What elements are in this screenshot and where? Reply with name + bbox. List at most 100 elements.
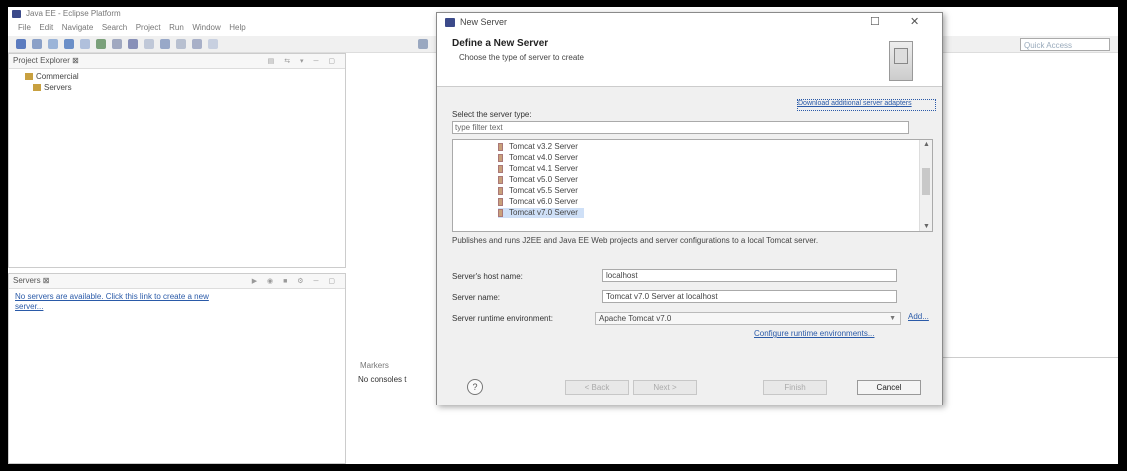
dialog-header: Define a New Server Choose the type of s… [437, 33, 942, 87]
dialog-title: New Server [460, 17, 508, 27]
menu-project[interactable]: Project [136, 23, 161, 32]
add-runtime-link[interactable]: Add... [908, 312, 929, 321]
server-name-label: Server name: [452, 293, 501, 302]
close-icon[interactable]: ✕ [910, 15, 919, 28]
tomcat-icon [498, 175, 503, 184]
list-item[interactable]: Tomcat v4.1 Server [498, 164, 578, 174]
eclipse-ide-window: Java EE - Eclipse Platform File Edit Nav… [8, 7, 1118, 464]
console-area [936, 357, 1118, 464]
servers-tabbar: Servers ⊠ ▶ ◉ ■ ⚙ ─ ▢ [9, 274, 345, 289]
eclipse-app-icon [12, 10, 21, 18]
host-name-label: Server's host name: [452, 272, 523, 281]
list-item[interactable]: Tomcat v4.0 Server [498, 153, 578, 163]
markers-view: Markers No consoles t [354, 357, 444, 464]
list-item[interactable]: Tomcat v6.0 Server [498, 197, 578, 207]
project-explorer-tab[interactable]: Project Explorer ⊠ [13, 56, 79, 65]
new-server-dialog: New Server ☐ ✕ Define a New Server Choos… [436, 12, 943, 405]
forward-nav-icon[interactable] [208, 39, 218, 49]
menu-window[interactable]: Window [192, 23, 220, 32]
tomcat-icon [498, 142, 503, 151]
list-item[interactable]: Tomcat v3.2 Server [498, 142, 578, 152]
runtime-label: Server runtime environment: [452, 314, 553, 323]
quick-access-input[interactable]: Quick Access [1020, 38, 1110, 51]
menu-file[interactable]: File [18, 23, 31, 32]
finish-button[interactable]: Finish [763, 380, 827, 395]
external-tools-icon[interactable] [112, 39, 122, 49]
create-server-link[interactable]: No servers are available. Click this lin… [15, 292, 215, 312]
type-filter-input[interactable]: type filter text [452, 121, 909, 134]
tomcat-icon [498, 186, 503, 195]
runtime-value: Apache Tomcat v7.0 [599, 314, 672, 323]
tomcat-icon [498, 197, 503, 206]
scroll-thumb[interactable] [922, 168, 930, 195]
help-icon[interactable]: ? [467, 379, 483, 395]
dialog-app-icon [445, 18, 455, 27]
open-type-icon[interactable] [144, 39, 154, 49]
back-nav-icon[interactable] [192, 39, 202, 49]
annotation-icon[interactable] [176, 39, 186, 49]
tree-item-servers[interactable]: Servers [33, 83, 72, 92]
server-icon[interactable] [64, 39, 74, 49]
print-icon[interactable] [48, 39, 58, 49]
list-item-label: Tomcat v7.0 Server [509, 208, 578, 217]
window-title: Java EE - Eclipse Platform [26, 9, 121, 18]
servers-view-controls-icon[interactable]: ▶ ◉ ■ ⚙ ─ ▢ [252, 277, 339, 285]
list-item-label: Tomcat v3.2 Server [509, 142, 578, 151]
run-icon[interactable] [96, 39, 106, 49]
tree-item-commercial[interactable]: Commercial [25, 72, 79, 81]
back-button[interactable]: < Back [565, 380, 629, 395]
runtime-select[interactable]: Apache Tomcat v7.0 ▼ [595, 312, 901, 325]
servers-tab[interactable]: Servers ⊠ [13, 276, 50, 285]
list-item[interactable]: Tomcat v5.0 Server [498, 175, 578, 185]
servers-folder-icon [33, 84, 41, 92]
markers-body: No consoles t [358, 375, 407, 384]
scroll-up-icon[interactable]: ▲ [923, 141, 930, 148]
list-item-selected[interactable]: Tomcat v7.0 Server [498, 208, 584, 218]
maximize-icon[interactable]: ☐ [870, 15, 880, 28]
dialog-footer: ? < Back Next > Finish Cancel [437, 373, 942, 405]
markers-tab[interactable]: Markers [360, 361, 389, 370]
open-task-icon[interactable] [160, 39, 170, 49]
list-item-label: Tomcat v5.0 Server [509, 175, 578, 184]
list-item-label: Tomcat v4.1 Server [509, 164, 578, 173]
servers-view: Servers ⊠ ▶ ◉ ■ ⚙ ─ ▢ No servers are ava… [8, 273, 346, 464]
menu-run[interactable]: Run [169, 23, 184, 32]
cancel-button[interactable]: Cancel [857, 380, 921, 395]
project-explorer-view: Project Explorer ⊠ ▤ ⇆ ▾ ─ ▢ Commercial … [8, 53, 346, 268]
server-name-field[interactable]: Tomcat v7.0 Server at localhost [602, 290, 897, 303]
dialog-heading: Define a New Server [452, 38, 549, 49]
server-type-list[interactable]: Tomcat v3.2 Server Tomcat v4.0 Server To… [452, 139, 933, 232]
tomcat-icon [498, 153, 503, 162]
project-explorer-tabbar: Project Explorer ⊠ ▤ ⇆ ▾ ─ ▢ [9, 54, 345, 69]
list-item[interactable]: Tomcat v5.5 Server [498, 186, 578, 196]
menu-help[interactable]: Help [229, 23, 245, 32]
tomcat-icon [498, 208, 503, 217]
save-icon[interactable] [32, 39, 42, 49]
next-button[interactable]: Next > [633, 380, 697, 395]
server-type-label: Select the server type: [452, 110, 532, 119]
wizard-banner-icon [889, 41, 913, 81]
search-icon[interactable] [128, 39, 138, 49]
menu-edit[interactable]: Edit [39, 23, 53, 32]
view-controls-icon[interactable]: ▤ ⇆ ▾ ─ ▢ [268, 57, 339, 65]
dialog-titlebar: New Server ☐ ✕ [437, 13, 942, 33]
list-item-label: Tomcat v4.0 Server [509, 153, 578, 162]
project-folder-icon [25, 73, 33, 81]
new-icon[interactable] [16, 39, 26, 49]
server-description: Publishes and runs J2EE and Java EE Web … [452, 236, 819, 245]
list-item-label: Tomcat v5.5 Server [509, 186, 578, 195]
configure-runtimes-link[interactable]: Configure runtime environments... [754, 329, 875, 338]
host-name-field[interactable]: localhost [602, 269, 897, 282]
scroll-down-icon[interactable]: ▼ [923, 223, 930, 230]
tree-item-label: Servers [44, 83, 72, 92]
download-adapters-link[interactable]: Download additional server adapters [797, 99, 936, 111]
menu-navigate[interactable]: Navigate [62, 23, 94, 32]
list-scrollbar[interactable]: ▲ ▼ [919, 140, 932, 231]
debug-icon[interactable] [80, 39, 90, 49]
tree-item-label: Commercial [36, 72, 79, 81]
chevron-down-icon: ▼ [889, 315, 896, 322]
list-item-label: Tomcat v6.0 Server [509, 197, 578, 206]
tomcat-icon [498, 164, 503, 173]
menu-search[interactable]: Search [102, 23, 127, 32]
perspective-icon[interactable] [418, 39, 428, 49]
